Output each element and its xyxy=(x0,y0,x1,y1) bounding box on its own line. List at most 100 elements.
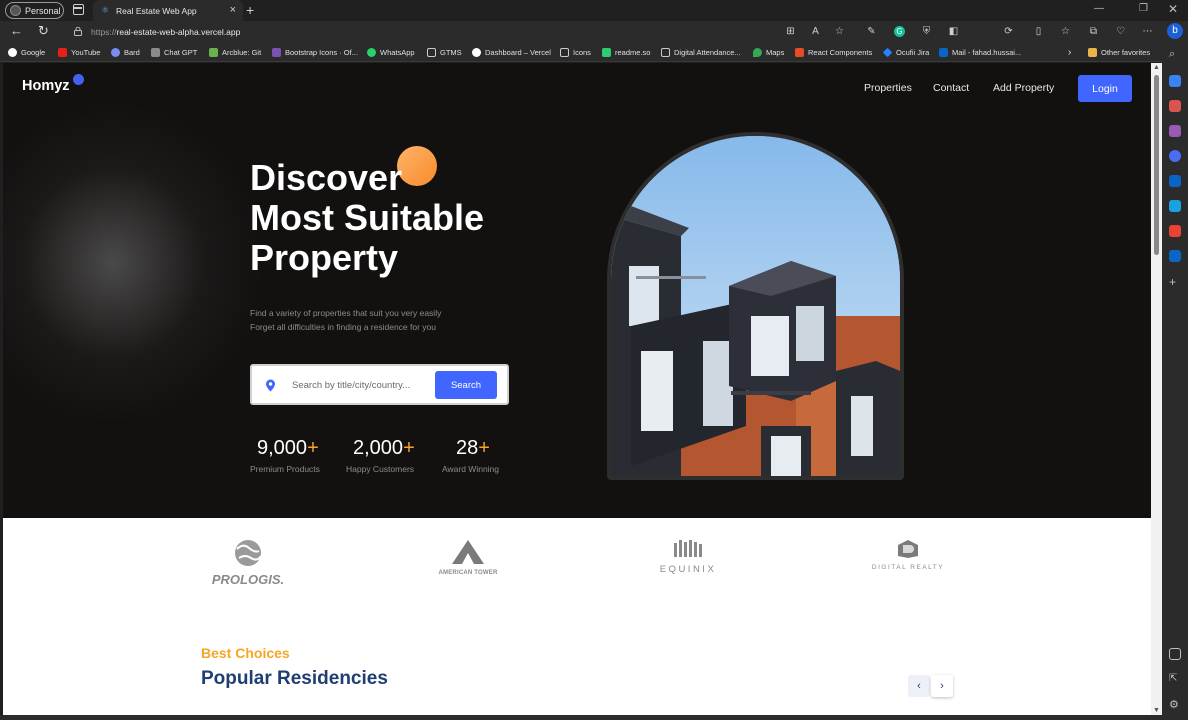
refresh-extension-icon[interactable]: ⟳ xyxy=(1003,26,1014,37)
google-icon xyxy=(8,48,17,57)
favorite-star-icon[interactable]: ☆ xyxy=(834,26,845,37)
refresh-icon[interactable]: ↻ xyxy=(38,24,49,38)
next-arrow-button[interactable]: › xyxy=(931,675,953,697)
bookmark-vercel[interactable]: Dashboard – Vercel xyxy=(472,46,551,59)
search-button[interactable]: Search xyxy=(435,371,497,399)
grammarly-icon[interactable]: G xyxy=(894,26,905,37)
bookmark-google[interactable]: Google xyxy=(8,46,45,59)
tab-actions-icon[interactable] xyxy=(73,4,84,15)
building-illustration xyxy=(611,136,900,476)
performance-icon[interactable]: ♡ xyxy=(1115,26,1126,37)
bookmark-readme[interactable]: readme.so xyxy=(602,46,650,59)
page-scrollbar[interactable]: ▲ ▼ xyxy=(1151,63,1162,715)
other-favorites[interactable]: Other favorites xyxy=(1088,46,1150,59)
react-favicon-icon: ⚛ xyxy=(101,5,110,15)
prev-arrow-button[interactable]: ‹ xyxy=(908,675,930,697)
web-page: Homyz Properties Contact Add Property Lo… xyxy=(3,63,1151,715)
logo-dot xyxy=(73,74,84,85)
back-icon[interactable]: ← xyxy=(10,24,23,38)
sidebar-games-icon[interactable] xyxy=(1169,125,1181,137)
bookmark-arcblue[interactable]: Arcblue: Git xyxy=(209,46,261,59)
sidebar-external-icon[interactable]: ⇱ xyxy=(1169,673,1181,685)
favorites-icon[interactable]: ☆ xyxy=(1060,26,1071,37)
sidebar-outlook-icon[interactable] xyxy=(1169,175,1181,187)
bookmark-maps[interactable]: Maps xyxy=(753,46,784,59)
tower-icon xyxy=(452,540,484,564)
bookmark-icons[interactable]: Icons xyxy=(560,46,591,59)
sidebar-copilot-icon[interactable] xyxy=(1169,150,1181,162)
hero-building-image xyxy=(607,132,904,480)
hero-subtitle-line-2: Forget all difficulties in finding a res… xyxy=(250,322,436,332)
extension-icon[interactable]: ◧ xyxy=(948,26,959,37)
address-bar[interactable]: https://real-estate-web-alpha.vercel.app xyxy=(68,22,864,42)
bookmark-digital-attendance[interactable]: Digital Attendance... xyxy=(661,46,741,59)
close-tab-icon[interactable]: × xyxy=(230,4,236,16)
url-scheme: https:// xyxy=(91,27,117,37)
tab-real-estate[interactable]: ⚛ Real Estate Web App × xyxy=(93,0,243,21)
digital-realty-cube-icon xyxy=(898,540,918,558)
sidebar-gmail-icon[interactable] xyxy=(1169,225,1181,237)
sidebar-tag-icon[interactable] xyxy=(1169,75,1181,87)
globe-icon xyxy=(235,540,262,566)
shield-extension-icon[interactable]: ⛨ xyxy=(921,26,932,37)
sidebar-settings-icon[interactable]: ⚙ xyxy=(1169,698,1181,711)
stat-award-winning: 28+ Award Winning xyxy=(442,437,500,474)
read-aloud-icon[interactable]: A xyxy=(810,26,821,37)
search-input[interactable] xyxy=(292,378,422,393)
partner-american-tower: AMERICAN TOWER xyxy=(423,539,513,576)
bookmarks-overflow-icon[interactable]: › xyxy=(1068,46,1071,59)
nav-properties[interactable]: Properties xyxy=(864,82,912,94)
bookmark-chatgpt[interactable]: Chat GPT xyxy=(151,46,197,59)
sidebar-toolbox-icon[interactable] xyxy=(1169,100,1181,112)
bookmark-youtube[interactable]: YouTube xyxy=(58,46,100,59)
new-tab-icon[interactable]: + xyxy=(246,2,254,18)
sidebar-add-icon[interactable]: + xyxy=(1169,275,1181,289)
edge-sidebar: ⌕ + ⇱ ⚙ xyxy=(1162,43,1188,720)
headline-line-3: Property xyxy=(250,237,399,278)
more-menu-icon[interactable]: ⋯ xyxy=(1142,26,1153,37)
nav-contact[interactable]: Contact xyxy=(933,82,969,94)
scroll-down-icon[interactable]: ▼ xyxy=(1153,707,1160,714)
react-components-icon xyxy=(795,48,804,57)
outlook-icon xyxy=(939,48,948,57)
bookmark-whatsapp[interactable]: WhatsApp xyxy=(367,46,415,59)
bookmark-gtms[interactable]: GTMS xyxy=(427,46,462,59)
bookmark-jira[interactable]: Ocufii Jira xyxy=(882,46,929,59)
maps-icon xyxy=(753,48,762,57)
arcblue-icon xyxy=(209,48,218,57)
nav-add-property[interactable]: Add Property xyxy=(993,82,1054,94)
collections-icon[interactable]: ⧉ xyxy=(1088,26,1099,37)
homyz-logo[interactable]: Homyz xyxy=(22,78,70,94)
minimize-icon[interactable]: — xyxy=(1094,3,1104,14)
jira-icon xyxy=(882,47,893,58)
app-available-icon[interactable]: ⊞ xyxy=(785,26,796,37)
bootstrap-icon xyxy=(272,48,281,57)
bookmark-bard[interactable]: Bard xyxy=(111,46,140,59)
scrollbar-thumb[interactable] xyxy=(1154,75,1159,255)
close-window-icon[interactable]: ✕ xyxy=(1168,2,1178,16)
hero-subtitle-line-1: Find a variety of properties that suit y… xyxy=(250,308,442,318)
hero-glow xyxy=(3,103,263,423)
profile-button[interactable]: Personal xyxy=(5,2,64,19)
partner-digital-realty: DIGITAL REALTY xyxy=(863,539,953,571)
stat-happy-customers: 2,000+ Happy Customers xyxy=(346,437,415,474)
login-button[interactable]: Login xyxy=(1078,75,1132,102)
popular-residencies-title: Popular Residencies xyxy=(201,668,388,689)
bing-copilot-icon[interactable]: b xyxy=(1167,23,1183,39)
page-icon xyxy=(427,48,436,57)
readme-icon xyxy=(602,48,611,57)
scroll-up-icon[interactable]: ▲ xyxy=(1153,64,1160,71)
hero-section: Homyz Properties Contact Add Property Lo… xyxy=(3,63,1151,518)
sidebar-linkedin-icon[interactable] xyxy=(1169,250,1181,262)
split-screen-icon[interactable]: ▯ xyxy=(1033,26,1044,37)
sidebar-search-icon[interactable]: ⌕ xyxy=(1169,48,1181,60)
restore-icon[interactable]: ❐ xyxy=(1139,3,1148,14)
bookmark-bootstrap[interactable]: Bootstrap Icons · Of... xyxy=(272,46,358,59)
whatsapp-icon xyxy=(367,48,376,57)
sidebar-drop-icon[interactable] xyxy=(1169,200,1181,212)
bookmark-react-components[interactable]: React Components xyxy=(795,46,872,59)
sidebar-layout-icon[interactable] xyxy=(1169,648,1181,660)
search-bar: Search xyxy=(250,364,509,405)
extension-pen-icon[interactable]: ✎ xyxy=(866,26,877,37)
bookmark-mail[interactable]: Mail - fahad.hussai... xyxy=(939,46,1021,59)
